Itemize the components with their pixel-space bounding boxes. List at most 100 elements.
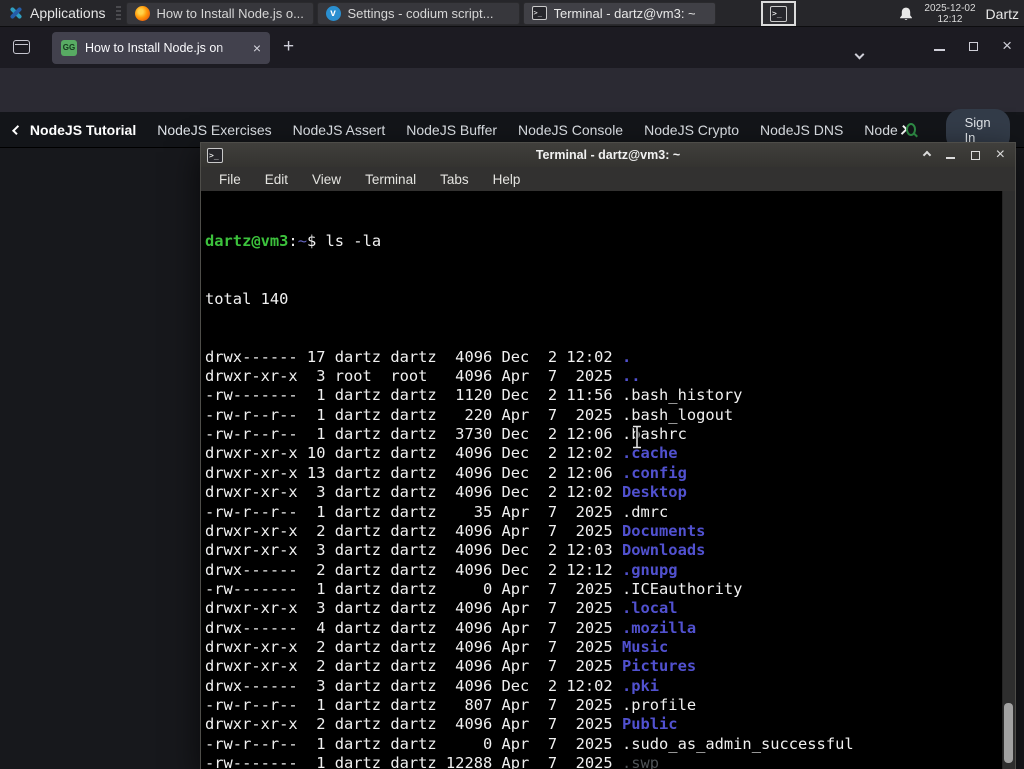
- file-info: -rw-r--r-- 1 dartz dartz 3730 Dec 2 12:0…: [205, 425, 622, 443]
- file-info: drwxr-xr-x 2 dartz dartz 4096 Apr 7 2025: [205, 715, 622, 733]
- file-info: drwx------ 17 dartz dartz 4096 Dec 2 12:…: [205, 348, 622, 366]
- terminal-minimize-button[interactable]: [946, 157, 955, 159]
- prompt-separator: :: [288, 232, 297, 250]
- window-minimize-button[interactable]: [934, 49, 945, 51]
- terminal-icon: >_: [770, 6, 787, 22]
- file-name: .gnupg: [622, 561, 678, 579]
- menu-terminal[interactable]: Terminal: [353, 172, 428, 187]
- search-icon[interactable]: [906, 123, 916, 136]
- file-name: .profile: [622, 696, 696, 714]
- file-info: -rw-r--r-- 1 dartz dartz 220 Apr 7 2025: [205, 406, 622, 424]
- file-name: .dmrc: [622, 503, 668, 521]
- list-all-tabs-button[interactable]: [856, 45, 863, 63]
- file-name: .ICEauthority: [622, 580, 742, 598]
- nav-item-buffer[interactable]: NodeJS Buffer: [406, 122, 497, 138]
- file-info: -rw------- 1 dartz dartz 12288 Apr 7 202…: [205, 754, 622, 769]
- terminal-screen[interactable]: dartz@vm3:~$ ls -la total 140 drwx------…: [201, 191, 1015, 769]
- file-info: drwxr-xr-x 3 root root 4096 Apr 7 2025: [205, 367, 622, 385]
- nav-scroll-left-icon[interactable]: [12, 125, 22, 135]
- file-info: -rw-r--r-- 1 dartz dartz 0 Apr 7 2025: [205, 735, 622, 753]
- prompt-command: $ ls -la: [307, 232, 381, 250]
- taskbar-button-codium[interactable]: v Settings - codium script...: [317, 2, 520, 25]
- taskbar-label: How to Install Node.js o...: [157, 6, 304, 21]
- nav-item-clipped[interactable]: Node: [864, 122, 897, 138]
- terminal-scrollbar[interactable]: [1002, 191, 1015, 769]
- file-name: .sudo_as_admin_successful: [622, 735, 854, 753]
- menu-file[interactable]: File: [207, 172, 253, 187]
- clock-date: 2025-12-02: [924, 3, 975, 14]
- file-info: -rw------- 1 dartz dartz 1120 Dec 2 11:5…: [205, 386, 622, 404]
- menu-edit[interactable]: Edit: [253, 172, 300, 187]
- terminal-line: -rw-r--r-- 1 dartz dartz 807 Apr 7 2025 …: [205, 696, 1001, 715]
- terminal-line: drwxr-xr-x 10 dartz dartz 4096 Dec 2 12:…: [205, 444, 1001, 463]
- scrollbar-thumb[interactable]: [1004, 703, 1013, 763]
- file-info: drwxr-xr-x 2 dartz dartz 4096 Apr 7 2025: [205, 522, 622, 540]
- top-panel: Applications How to Install Node.js o...…: [0, 0, 1024, 27]
- total-line: total 140: [205, 290, 1001, 309]
- nav-item-dns[interactable]: NodeJS DNS: [760, 122, 843, 138]
- window-maximize-button[interactable]: [969, 42, 978, 51]
- file-name: .bash_logout: [622, 406, 733, 424]
- terminal-line: -rw-r--r-- 1 dartz dartz 35 Apr 7 2025 .…: [205, 503, 1001, 522]
- taskbar-label: Terminal - dartz@vm3: ~: [554, 6, 696, 21]
- file-info: -rw------- 1 dartz dartz 0 Apr 7 2025: [205, 580, 622, 598]
- applications-label: Applications: [30, 5, 106, 21]
- applications-icon: [8, 5, 24, 21]
- terminal-line: -rw-r--r-- 1 dartz dartz 0 Apr 7 2025 .s…: [205, 735, 1001, 754]
- terminal-line: drwxr-xr-x 2 dartz dartz 4096 Apr 7 2025…: [205, 657, 1001, 676]
- terminal-listing: drwx------ 17 dartz dartz 4096 Dec 2 12:…: [205, 348, 1001, 769]
- tray-terminal-launcher[interactable]: >_: [761, 1, 796, 26]
- file-info: drwxr-xr-x 3 dartz dartz 4096 Dec 2 12:0…: [205, 483, 622, 501]
- clock-time: 12:12: [924, 14, 975, 25]
- browser-tab[interactable]: GG How to Install Node.js on ×: [52, 32, 270, 64]
- terminal-line: drwx------ 4 dartz dartz 4096 Apr 7 2025…: [205, 619, 1001, 638]
- terminal-line: drwxr-xr-x 2 dartz dartz 4096 Apr 7 2025…: [205, 638, 1001, 657]
- file-info: drwxr-xr-x 2 dartz dartz 4096 Apr 7 2025: [205, 638, 622, 656]
- menu-view[interactable]: View: [300, 172, 353, 187]
- firefox-toolbar: ← → ↻ https://www.geeksforgeeks.org/node…: [0, 68, 1024, 112]
- menu-tabs[interactable]: Tabs: [428, 172, 481, 187]
- nav-item-console[interactable]: NodeJS Console: [518, 122, 623, 138]
- nav-item-exercises[interactable]: NodeJS Exercises: [157, 122, 271, 138]
- taskbar-button-firefox[interactable]: How to Install Node.js o...: [126, 2, 314, 25]
- file-name: Desktop: [622, 483, 687, 501]
- tab-title: How to Install Node.js on: [85, 41, 245, 55]
- tab-close-icon[interactable]: ×: [253, 41, 261, 55]
- firefox-view-icon[interactable]: [13, 40, 30, 54]
- ibeam-cursor: [630, 424, 644, 450]
- file-name: .bash_history: [622, 386, 742, 404]
- nav-item-tutorial[interactable]: NodeJS Tutorial: [30, 122, 136, 138]
- prompt-line: dartz@vm3:~$ ls -la: [205, 232, 1001, 251]
- gfg-favicon: GG: [61, 40, 77, 56]
- applications-menu[interactable]: Applications: [0, 0, 114, 27]
- firefox-icon: [135, 6, 150, 21]
- terminal-line: -rw-r--r-- 1 dartz dartz 3730 Dec 2 12:0…: [205, 425, 1001, 444]
- new-tab-button[interactable]: +: [283, 36, 294, 58]
- notification-bell-icon[interactable]: [898, 6, 914, 22]
- file-name: Documents: [622, 522, 705, 540]
- terminal-line: drwxr-xr-x 2 dartz dartz 4096 Apr 7 2025…: [205, 715, 1001, 734]
- file-name: Music: [622, 638, 668, 656]
- terminal-line: drwx------ 2 dartz dartz 4096 Dec 2 12:1…: [205, 561, 1001, 580]
- terminal-maximize-button[interactable]: [971, 151, 980, 160]
- file-info: drwxr-xr-x 3 dartz dartz 4096 Apr 7 2025: [205, 599, 622, 617]
- panel-clock[interactable]: 2025-12-02 12:12: [924, 3, 975, 25]
- codium-icon: v: [326, 6, 341, 21]
- shade-window-icon[interactable]: [922, 151, 930, 159]
- nav-item-assert[interactable]: NodeJS Assert: [293, 122, 386, 138]
- terminal-line: drwxr-xr-x 13 dartz dartz 4096 Dec 2 12:…: [205, 464, 1001, 483]
- window-close-button[interactable]: ×: [1002, 39, 1012, 53]
- terminal-line: -rw-r--r-- 1 dartz dartz 220 Apr 7 2025 …: [205, 406, 1001, 425]
- terminal-menubar: File Edit View Terminal Tabs Help: [201, 167, 1015, 191]
- file-info: drwxr-xr-x 3 dartz dartz 4096 Dec 2 12:0…: [205, 541, 622, 559]
- taskbar-button-terminal[interactable]: >_ Terminal - dartz@vm3: ~: [523, 2, 716, 25]
- file-name: .swp: [622, 754, 659, 769]
- nav-item-crypto[interactable]: NodeJS Crypto: [644, 122, 739, 138]
- terminal-line: drwxr-xr-x 3 root root 4096 Apr 7 2025 .…: [205, 367, 1001, 386]
- file-name: .local: [622, 599, 678, 617]
- terminal-titlebar[interactable]: >_ Terminal - dartz@vm3: ~ ×: [201, 143, 1015, 167]
- menu-help[interactable]: Help: [481, 172, 533, 187]
- terminal-line: drwxr-xr-x 2 dartz dartz 4096 Apr 7 2025…: [205, 522, 1001, 541]
- terminal-close-button[interactable]: ×: [996, 148, 1005, 162]
- file-info: drwxr-xr-x 10 dartz dartz 4096 Dec 2 12:…: [205, 444, 622, 462]
